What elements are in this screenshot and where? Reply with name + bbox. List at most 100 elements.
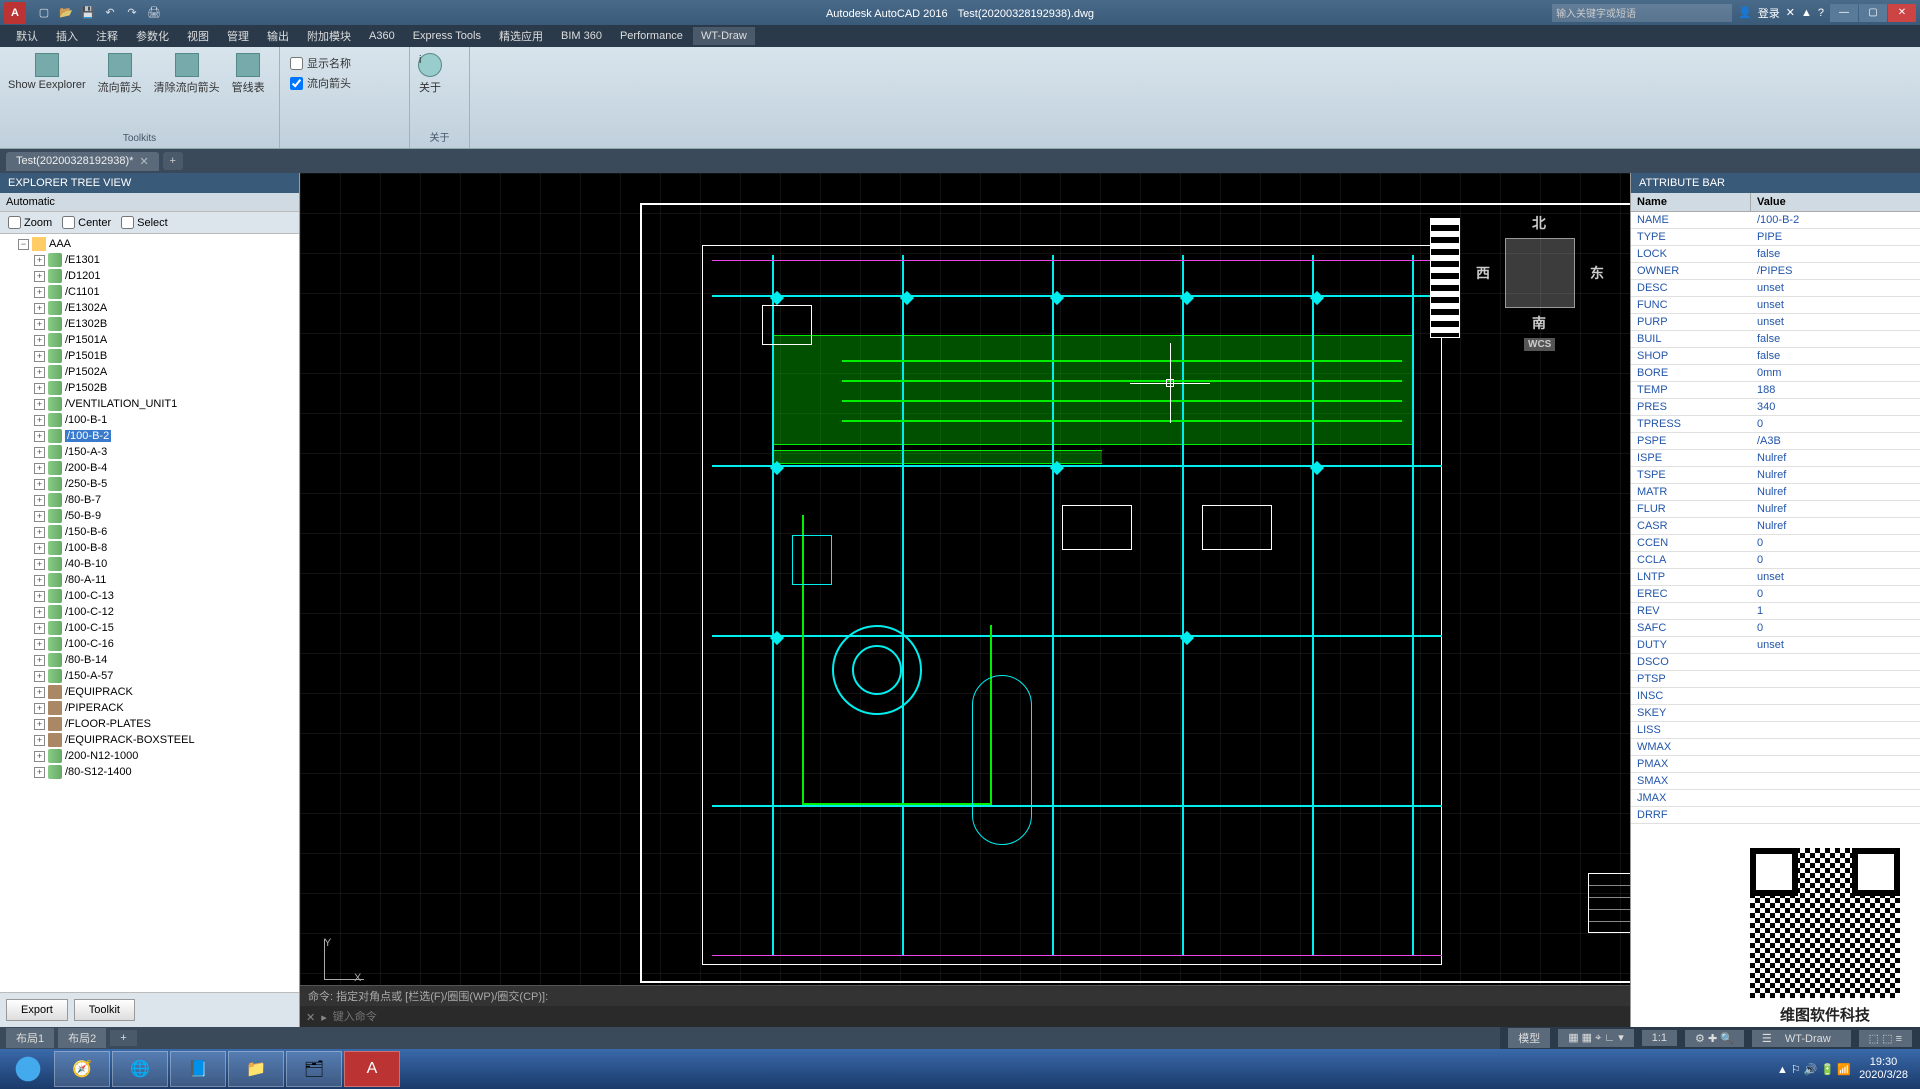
attribute-row[interactable]: LNTPunset (1631, 569, 1920, 586)
attribute-row[interactable]: WMAX (1631, 739, 1920, 756)
attribute-row[interactable]: PSPE/A3B (1631, 433, 1920, 450)
help-search-input[interactable]: 输入关键字或短语 (1552, 4, 1732, 22)
attribute-row[interactable]: BORE0mm (1631, 365, 1920, 382)
ribbon-tab[interactable]: Express Tools (405, 27, 489, 45)
ribbon-tab[interactable]: WT-Draw (693, 27, 755, 45)
minimize-button[interactable]: — (1830, 4, 1858, 22)
taskbar-autocad[interactable]: A (344, 1051, 400, 1087)
login-link[interactable]: 登录 (1758, 5, 1780, 21)
tree-node[interactable]: +/FLOOR-PLATES (0, 716, 299, 732)
attribute-row[interactable]: REV1 (1631, 603, 1920, 620)
tree-node[interactable]: +/200-B-4 (0, 460, 299, 476)
attribute-row[interactable]: FUNCunset (1631, 297, 1920, 314)
ribbon-tab[interactable]: 注释 (88, 25, 126, 47)
taskbar-app[interactable]: 🗂 (286, 1051, 342, 1087)
qat-redo-icon[interactable]: ↷ (122, 3, 142, 23)
tree-node[interactable]: +/150-B-6 (0, 524, 299, 540)
status-ratio[interactable]: 1:1 (1642, 1030, 1677, 1046)
tree-node[interactable]: +/250-B-5 (0, 476, 299, 492)
attribute-row[interactable]: EREC0 (1631, 586, 1920, 603)
status-icons[interactable]: ⬚ ⬚ ≡ (1859, 1030, 1912, 1047)
ribbon-tab[interactable]: 输出 (259, 25, 297, 47)
attribute-row[interactable]: TSPENulref (1631, 467, 1920, 484)
a360-icon[interactable]: ▲ (1801, 7, 1812, 19)
qat-open-icon[interactable]: 📂 (56, 3, 76, 23)
tree-node[interactable]: +/80-S12-1400 (0, 764, 299, 780)
tree-root[interactable]: −AAA (0, 236, 299, 252)
tree-node[interactable]: +/150-A-57 (0, 668, 299, 684)
attribute-row[interactable]: ISPENulref (1631, 450, 1920, 467)
user-icon[interactable]: 👤 (1738, 6, 1752, 19)
ribbon-tab[interactable]: A360 (361, 27, 403, 45)
taskbar-explorer[interactable]: 📁 (228, 1051, 284, 1087)
ribbon-tab[interactable]: 插入 (48, 25, 86, 47)
ribbon-tab[interactable]: BIM 360 (553, 27, 610, 45)
attribute-row[interactable]: CCLA0 (1631, 552, 1920, 569)
add-tab-button[interactable]: + (163, 152, 183, 170)
taskbar-chrome[interactable]: 🌐 (112, 1051, 168, 1087)
attribute-row[interactable]: FLURNulref (1631, 501, 1920, 518)
attribute-row[interactable]: TPRESS0 (1631, 416, 1920, 433)
ribbon-button[interactable]: Show Eexplorer (6, 51, 88, 93)
tree-node[interactable]: +/EQUIPRACK (0, 684, 299, 700)
qat-new-icon[interactable]: ▢ (34, 3, 54, 23)
attribute-row[interactable]: MATRNulref (1631, 484, 1920, 501)
ribbon-tab[interactable]: 附加模块 (299, 25, 359, 47)
qat-undo-icon[interactable]: ↶ (100, 3, 120, 23)
add-layout-button[interactable]: + (110, 1030, 136, 1046)
qat-save-icon[interactable]: 💾 (78, 3, 98, 23)
explorer-tree[interactable]: −AAA +/E1301+/D1201+/C1101+/E1302A+/E130… (0, 234, 299, 992)
attribute-row[interactable]: DUTYunset (1631, 637, 1920, 654)
ribbon-button[interactable]: 清除流向箭头 (152, 51, 222, 97)
ribbon-tab[interactable]: 精选应用 (491, 25, 551, 47)
attribute-row[interactable]: SAFC0 (1631, 620, 1920, 637)
qat-print-icon[interactable]: 🖨 (144, 3, 164, 23)
tree-node[interactable]: +/100-B-2 (0, 428, 299, 444)
ribbon-tab[interactable]: 视图 (179, 25, 217, 47)
toolkit-button[interactable]: Toolkit (74, 999, 135, 1021)
attribute-row[interactable]: BUILfalse (1631, 331, 1920, 348)
tree-node[interactable]: +/80-A-11 (0, 572, 299, 588)
ribbon-checkbox[interactable]: 显示名称 (290, 55, 399, 71)
tree-node[interactable]: +/100-C-13 (0, 588, 299, 604)
tree-node[interactable]: +/100-B-1 (0, 412, 299, 428)
explorer-option[interactable]: Center (62, 216, 111, 229)
command-line[interactable]: 命令: 指定对角点或 [栏选(F)/圈围(WP)/圈交(CP)]: ✕▸ (300, 985, 1630, 1027)
explorer-option[interactable]: Select (121, 216, 168, 229)
document-tab[interactable]: Test(20200328192938)*✕ (6, 152, 159, 171)
attribute-row[interactable]: OWNER/PIPES (1631, 263, 1920, 280)
exchange-icon[interactable]: ✕ (1786, 6, 1795, 19)
attribute-row[interactable]: TYPEPIPE (1631, 229, 1920, 246)
ribbon-tab[interactable]: 管理 (219, 25, 257, 47)
tree-node[interactable]: +/80-B-14 (0, 652, 299, 668)
tree-node[interactable]: +/E1302B (0, 316, 299, 332)
view-cube[interactable]: 北 南 西 东 WCS (1480, 213, 1600, 333)
close-button[interactable]: ✕ (1888, 4, 1916, 22)
tree-node[interactable]: +/C1101 (0, 284, 299, 300)
attribute-row[interactable]: SMAX (1631, 773, 1920, 790)
attribute-row[interactable]: NAME/100-B-2 (1631, 212, 1920, 229)
tree-node[interactable]: +/PIPERACK (0, 700, 299, 716)
tree-node[interactable]: +/P1501A (0, 332, 299, 348)
tree-node[interactable]: +/100-B-8 (0, 540, 299, 556)
layout-tab[interactable]: 布局2 (58, 1028, 106, 1048)
tree-node[interactable]: +/EQUIPRACK-BOXSTEEL (0, 732, 299, 748)
attribute-row[interactable]: LOCKfalse (1631, 246, 1920, 263)
tree-node[interactable]: +/P1502A (0, 364, 299, 380)
drawing-canvas[interactable]: 北 南 西 东 WCS YX 命令: 指定对角点或 [栏选(F)/圈围(WP)/… (300, 173, 1630, 1027)
status-gear-icon[interactable]: ⚙ ✚ 🔍 (1685, 1030, 1744, 1047)
system-tray[interactable]: ▲ ⚐ 🔊 🔋 📶 19:302020/3/28 (1777, 1056, 1916, 1082)
app-icon[interactable]: A (4, 2, 26, 24)
tree-node[interactable]: +/100-C-15 (0, 620, 299, 636)
export-button[interactable]: Export (6, 999, 68, 1021)
attribute-row[interactable]: SKEY (1631, 705, 1920, 722)
ribbon-tab[interactable]: 默认 (8, 25, 46, 47)
attribute-row[interactable]: PMAX (1631, 756, 1920, 773)
tree-node[interactable]: +/P1501B (0, 348, 299, 364)
attribute-row[interactable]: PRES340 (1631, 399, 1920, 416)
tray-icon[interactable]: ▲ ⚐ 🔊 🔋 📶 (1777, 1063, 1851, 1076)
attribute-row[interactable]: LISS (1631, 722, 1920, 739)
ribbon-tab[interactable]: Performance (612, 27, 691, 45)
taskbar-app[interactable]: 🧭 (54, 1051, 110, 1087)
tree-node[interactable]: +/100-C-16 (0, 636, 299, 652)
